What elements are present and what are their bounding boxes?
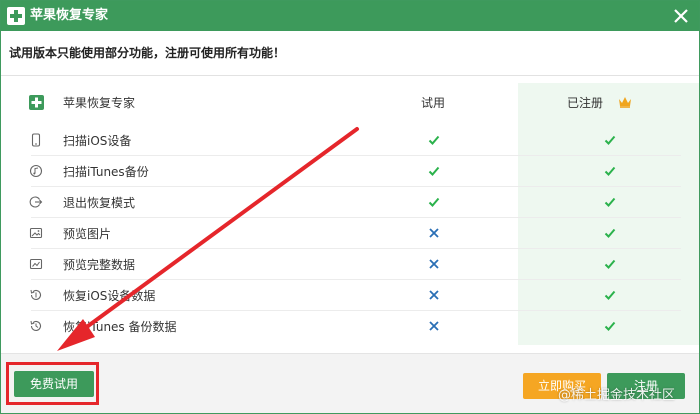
check-icon	[428, 135, 440, 145]
table-row: 扫描iOS设备	[1, 125, 699, 156]
check-icon	[604, 321, 616, 331]
data-icon	[29, 258, 43, 270]
check-icon	[604, 135, 616, 145]
free-trial-button[interactable]: 免费试用	[14, 371, 94, 397]
window-title: 苹果恢复专家	[30, 8, 109, 23]
phone-icon	[31, 133, 41, 147]
feature-label: 退出恢复模式	[63, 196, 136, 210]
feature-label: 扫描iTunes备份	[63, 165, 149, 179]
divider	[1, 75, 699, 76]
check-icon	[604, 228, 616, 238]
table-row: 恢复iOS设备数据	[1, 280, 699, 311]
plus-logo-icon	[29, 95, 44, 110]
check-icon	[428, 197, 440, 207]
exit-icon	[29, 196, 43, 208]
register-button[interactable]: 注册	[607, 373, 685, 399]
check-icon	[604, 259, 616, 269]
title-bar: 苹果恢复专家	[1, 1, 699, 31]
music-icon	[29, 164, 43, 178]
table-row: 预览图片	[1, 218, 699, 249]
image-icon	[29, 227, 43, 239]
column-header-feature: 苹果恢复专家	[63, 96, 136, 110]
cross-icon	[429, 290, 439, 300]
crown-icon	[619, 97, 631, 108]
check-icon	[604, 290, 616, 300]
table-header: 苹果恢复专家 试用 已注册	[1, 83, 699, 123]
check-icon	[428, 166, 440, 176]
cross-icon	[429, 228, 439, 238]
close-icon[interactable]	[671, 6, 691, 26]
footer-bar: 免费试用 立即购买 注册	[1, 353, 699, 413]
cross-icon	[429, 259, 439, 269]
feature-label: 预览图片	[63, 227, 112, 241]
trial-notice: 试用版本只能使用部分功能，注册可使用所有功能！	[9, 46, 286, 60]
check-icon	[604, 197, 616, 207]
feature-label: 预览完整数据	[63, 258, 136, 272]
table-row: 预览完整数据	[1, 249, 699, 280]
column-header-registered: 已注册	[567, 96, 604, 110]
restore-icon	[30, 289, 42, 300]
feature-label: 恢复iTunes 备份数据	[63, 320, 177, 334]
feature-label: 恢复iOS设备数据	[63, 289, 156, 303]
app-window: 苹果恢复专家 试用版本只能使用部分功能，注册可使用所有功能！ 苹果恢复专家 试用…	[0, 0, 700, 414]
check-icon	[604, 166, 616, 176]
restore-icon	[30, 320, 42, 331]
cross-icon	[429, 321, 439, 331]
table-row: 退出恢复模式	[1, 187, 699, 218]
table-row: 恢复iTunes 备份数据	[1, 311, 699, 342]
plus-logo-icon	[7, 7, 25, 25]
table-row: 扫描iTunes备份	[1, 156, 699, 187]
column-header-trial: 试用	[420, 96, 445, 110]
buy-now-button[interactable]: 立即购买	[523, 373, 601, 399]
feature-label: 扫描iOS设备	[63, 134, 132, 148]
